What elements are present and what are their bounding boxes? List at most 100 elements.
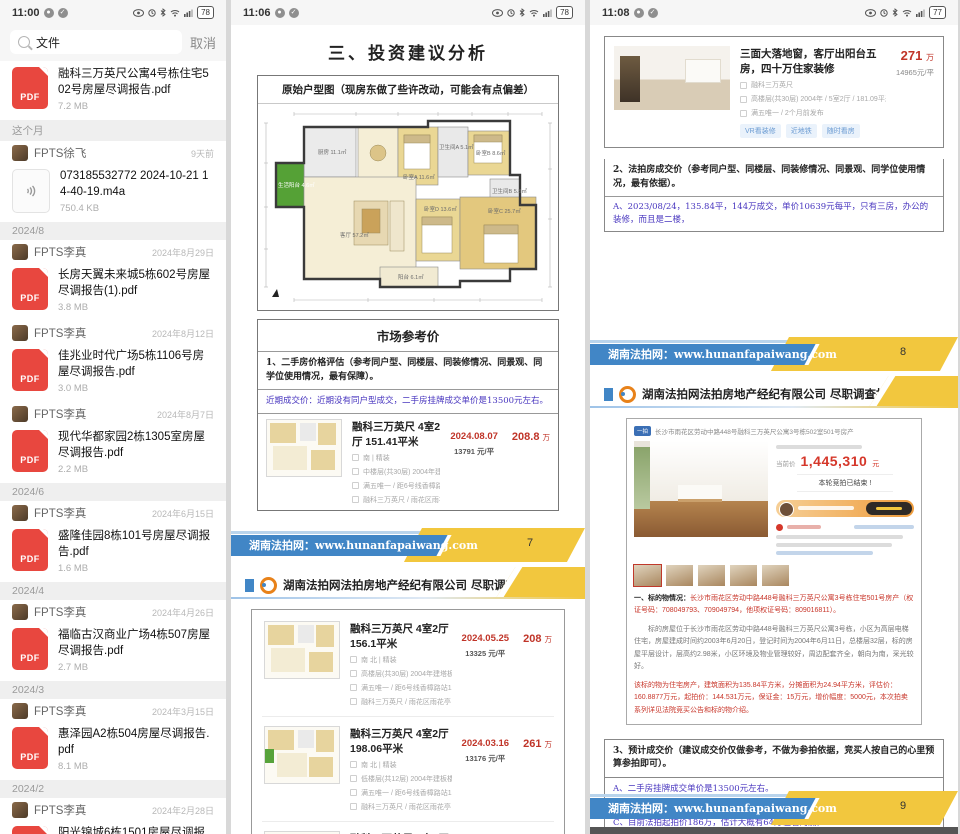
total-price: 271 [901,48,923,63]
report-page-8: 11:08 ● ✓ 77 三面大落地窗，客厅出阳台五房，四十万住家装修 融科三万… [590,0,958,834]
placeholder-text-bar [776,551,873,555]
search-input[interactable]: 文件 [10,30,182,54]
sent-date: 2024年8月12日 [152,327,214,340]
file-name: 融科三万英尺公寓4号栋住宅502号房屋尽调报告.pdf [58,67,214,98]
bluetooth-icon [519,8,525,17]
report-header: 湖南法拍网法拍房地产经纪有限公司 尽职调查报告 [590,384,958,408]
thumbnail[interactable] [698,565,725,586]
floorplan-box: 原始户型图（现房东做了些许改动，可能会有点偏差） [257,75,559,311]
file-item-pdf[interactable]: PDF 福临古汉商业广场4栋507房屋尽调报告.pdf 2.7 MB [0,622,226,681]
file-size: 7.2 MB [58,101,214,112]
file-size: 750.4 KB [60,203,214,214]
consultant-chat-bar[interactable] [776,500,914,517]
floorplan-image: 厨房 11.1㎡ 生活阳台 4.6㎡ 客厅 57.2㎡ 卧室A 11.6㎡ 卫生… [258,104,558,310]
pdf-icon: PDF [12,727,48,769]
listing-row: 融科三万英尺 4室2厅 198.06平米 南 北 | 精装 低楼层(共12层) … [262,716,554,821]
wifi-icon [170,9,180,17]
file-item-pdf[interactable]: PDF 惠泽园A2栋504房屋尽调报告.pdf 8.1 MB [0,721,226,780]
doc-title: 三、投资建议分析 [231,39,585,64]
listing-detail: 南 北 | 精装 [350,655,452,665]
sent-date: 2024年8月29日 [152,246,214,259]
search-icon [18,36,30,48]
signal-icon [916,9,925,17]
clock-time: 11:08 [602,7,630,19]
pdf-icon: PDF [12,268,48,310]
sender-row: FPTS李真 2024年8月7日 [0,402,226,424]
sender-name: FPTS李真 [34,604,146,620]
thumbnail[interactable] [634,565,661,586]
date-section-header: 2024/8 [0,222,226,240]
file-item-pdf[interactable]: PDF 现代华都家园2栋1305室房屋尽调报告.pdf 2.2 MB [0,424,226,483]
sender-row: FPTS李真 2024年8月12日 [0,321,226,343]
banner-blue-shape: 湖南法拍网：www.hunanfapaiwang.com [590,344,816,365]
yellow-ribbon [870,376,958,406]
shield-check-icon: ✓ [289,8,299,18]
svg-text:卫生间B 5.8㎡: 卫生间B 5.8㎡ [492,187,527,195]
shield-check-icon: ✓ [58,8,68,18]
file-search-panel: 11:00 ● ✓ 78 文件 取消 PDF 融科三万英尺公寓4号栋住宅502号… [0,0,226,834]
current-price: 1,445,310 [801,453,868,469]
listing-thumbnail [266,419,342,477]
market-title: 市场参考价 [258,320,558,351]
market-price-table: 市场参考价 1、二手房价格评估（参考同户型、同楼层、同装修情况、同景观、同学位使… [257,319,559,511]
file-item-pdf[interactable]: PDF 佳兆业时代广场5栋1106号房屋尽调报告.pdf 3.0 MB [0,343,226,402]
avatar [12,406,28,422]
page-number: 8 [900,346,906,358]
file-size: 3.8 MB [58,302,214,313]
thumbnail[interactable] [666,565,693,586]
tag-row: VR看装修近地铁随时看房 [740,124,886,138]
auction-address: 长沙市雨花区劳动中路448号融科三万英尺公寓3号栋502室501号房产 [655,426,854,436]
notification-dot-icon: ● [634,8,644,18]
bluetooth-icon [892,8,898,17]
sender-row: FPTS李真 2024年4月26日 [0,600,226,622]
cancel-button[interactable]: 取消 [190,33,216,52]
pdf-icon: PDF [12,826,48,834]
site-url: 湖南法拍网：www.hunanfapaiwang.com [231,535,442,556]
alarm-icon [880,9,888,17]
listing-title: 融科三万英尺 4室2厅 156.1平米 [350,621,452,651]
listing-photo [614,46,730,110]
notification-dot-icon: ● [44,8,54,18]
chat-text-bar [798,506,854,510]
listing-detail: 高楼层(共30层) 2004年 / 5室2厅 / 181.09平米 / 南 北 [740,94,886,104]
file-item-pdf[interactable]: PDF 融科三万英尺公寓4号栋住宅502号房屋尽调报告.pdf 7.2 MB [0,61,226,120]
listing-title: 融科三万英尺 4室2厅 198.06平米 [350,726,452,756]
valuation-paragraph: 该标的物为住宅房产，建筑面积为135.84平方米，分摊面积为24.94平方米，评… [634,680,914,717]
chat-button[interactable] [866,502,912,515]
wifi-icon [902,9,912,17]
sender-row: FPTS李真 2024年6月15日 [0,501,226,523]
auction-note-a: A、2023/08/24，135.84平，144万成交，单价10639元每平，只… [605,196,943,231]
listing-detail: 融科三万英尺 / 雨花区雨花亭 [350,802,452,812]
date-section-header: 2024/4 [0,582,226,600]
subject-paragraph: 一、标的物情况：长沙市雨花区劳动中路448号融科三万英尺公寓3号栋住宅501号房… [634,593,914,618]
thumbnail[interactable] [762,565,789,586]
clock-time: 11:06 [243,7,271,19]
file-list: PDF 融科三万英尺公寓4号栋住宅502号房屋尽调报告.pdf 7.2 MB 这… [0,61,226,834]
sender-row: FPTS李真 2024年2月28日 [0,798,226,820]
file-item-pdf[interactable]: PDF 阳光锦城6栋1501房屋尽调报告.pdf 1.4 MB [0,820,226,834]
thumbnail[interactable] [730,565,757,586]
alarm-icon [507,9,515,17]
listing-title: 三面大落地窗，客厅出阳台五房，四十万住家装修 [740,46,886,76]
listing-detail: 低楼层(共12层) 2004年建板楼 [350,774,452,784]
file-name: 长房天翼未来城5栋602号房屋尽调报告(1).pdf [58,268,214,299]
unit-price: 13176 元/平 [462,753,510,764]
file-size: 8.1 MB [58,761,214,772]
file-item-pdf[interactable]: PDF 长房天翼未来城5栋602号房屋尽调报告(1).pdf 3.8 MB [0,262,226,321]
file-item-audio[interactable]: 073185532772 2024-10-21 14-40-19.m4a 750… [0,163,226,222]
file-size: 2.7 MB [58,662,214,673]
sent-date: 2024年3月15日 [152,705,214,718]
sender-name: FPTS李真 [34,244,146,260]
listing-detail: 高楼层(共30层) 2004年建塔板结合 [350,669,452,679]
file-item-pdf[interactable]: PDF 盛隆佳园8栋101号房屋尽调报告.pdf 1.6 MB [0,523,226,582]
listing-detail: 融科三万英尺 / 雨花区雨花亭 [350,697,452,707]
file-size: 1.6 MB [58,563,214,574]
file-name: 073185532772 2024-10-21 14-40-19.m4a [60,169,214,200]
placeholder-text-bar [776,543,892,547]
battery-icon: 77 [929,6,946,19]
file-name: 阳光锦城6栋1501房屋尽调报告.pdf [58,826,214,834]
avatar [12,802,28,818]
avatar [12,325,28,341]
listing-row: 融科三万英尺 4室2厅 156.1平米 南 北 | 精装 高楼层(共30层) 2… [262,612,554,716]
report-page-7: 11:06 ● ✓ 78 三、投资建议分析 原始户型图（现房东做了些许改动，可能… [231,0,585,834]
